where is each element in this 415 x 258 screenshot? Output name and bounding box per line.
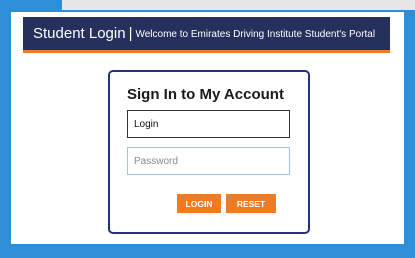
welcome-text: Welcome to Emirates Driving Institute St… — [135, 29, 376, 40]
page-title: Student Login — [33, 25, 126, 42]
login-card: Sign In to My Account LOGIN RESET — [108, 70, 310, 234]
login-heading: Sign In to My Account — [127, 86, 284, 103]
portal-header: Student Login | Welcome to Emirates Driv… — [23, 17, 390, 53]
header-separator: | — [128, 25, 133, 42]
login-input[interactable] — [127, 110, 290, 138]
login-button[interactable]: LOGIN — [177, 194, 221, 213]
browser-strip — [62, 0, 415, 10]
reset-button[interactable]: RESET — [226, 194, 276, 213]
password-input[interactable] — [127, 147, 290, 175]
top-strip — [0, 0, 415, 10]
